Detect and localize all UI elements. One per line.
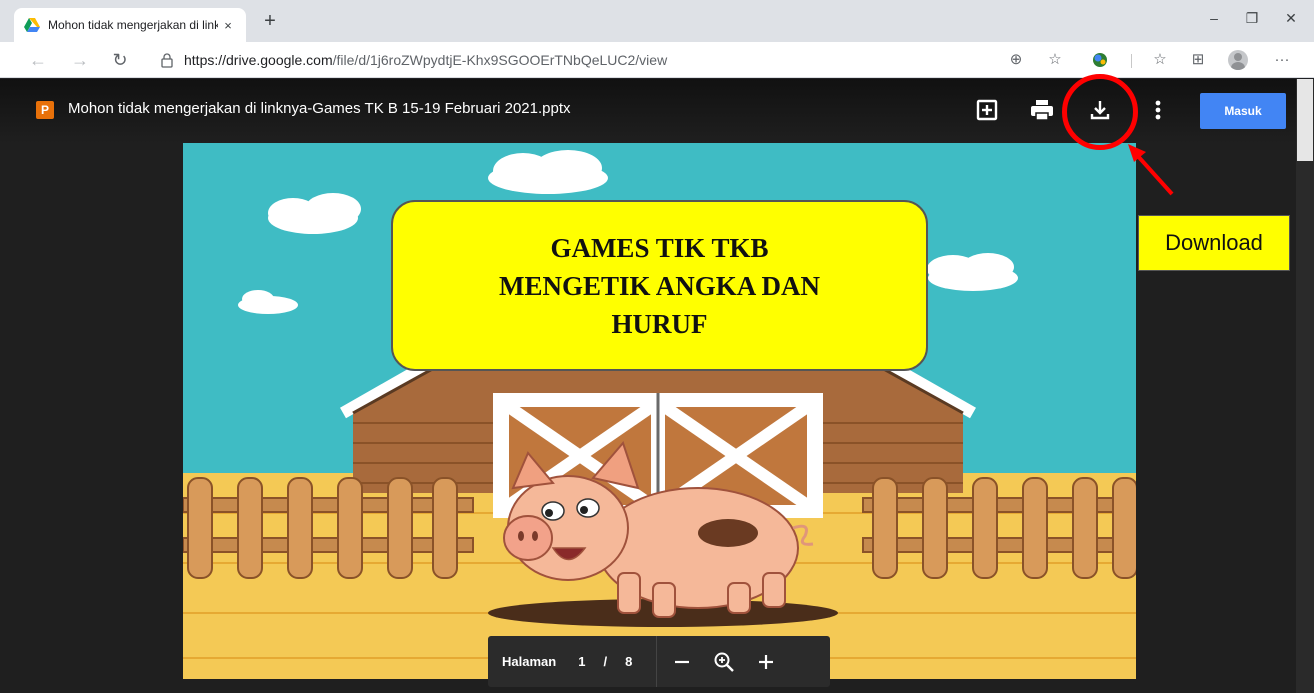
favorites-icon[interactable]: ☆ [1150, 50, 1170, 70]
zoom-icon[interactable]: ⊕ [1006, 50, 1026, 70]
lock-icon [161, 53, 173, 68]
zoom-out-icon[interactable] [665, 645, 699, 679]
current-page[interactable]: 1 [578, 654, 585, 669]
download-callout: Download [1138, 215, 1290, 271]
tab-title: Mohon tidak mengerjakan di linknya-Games… [48, 18, 218, 32]
page-label: Halaman [502, 654, 557, 669]
page-separator: / [603, 654, 608, 669]
reload-icon[interactable]: ↻ [108, 48, 132, 72]
profile-avatar[interactable] [1228, 50, 1248, 70]
more-menu-icon[interactable]: ··· [1272, 50, 1292, 70]
close-tab-icon[interactable]: × [220, 18, 236, 33]
zoom-in-icon[interactable] [749, 645, 783, 679]
google-drive-icon [24, 18, 40, 32]
page-controls-divider [656, 636, 658, 687]
page-controls: Halaman 1 / 8 [488, 636, 830, 687]
browser-tabstrip: Mohon tidak mengerjakan di linknya-Games… [0, 0, 1314, 42]
scrollbar-thumb[interactable] [1297, 79, 1313, 161]
close-window-button[interactable]: ✕ [1276, 10, 1306, 27]
url-domain: https://drive.google.com [184, 52, 333, 68]
print-icon[interactable] [1028, 96, 1056, 124]
collections-icon[interactable]: ⊞ [1188, 50, 1208, 70]
minimize-button[interactable]: – [1199, 10, 1229, 26]
scrollbar[interactable] [1296, 79, 1314, 693]
browser-toolbar: ← → ↻ https://drive.google.com/file/d/1j… [0, 42, 1314, 78]
slide-title-box: GAMES TIK TKB MENGETIK ANGKA DAN HURUF [391, 200, 928, 371]
toolbar-separator [1131, 54, 1132, 68]
extension-icon[interactable] [1090, 50, 1110, 70]
more-options-icon[interactable] [1144, 96, 1172, 124]
browser-tab[interactable]: Mohon tidak mengerjakan di linknya-Games… [14, 8, 246, 42]
cloud-top [488, 150, 608, 194]
back-icon[interactable]: ← [26, 48, 50, 72]
open-with-icon[interactable] [973, 96, 1001, 124]
forward-icon[interactable]: → [68, 48, 92, 72]
url-path: /file/d/1j6roZWpydtjE-Khx9SGOOErTNbQeLUC… [332, 52, 668, 68]
drive-viewer: P Mohon tidak mengerjakan di linknya-Gam… [0, 79, 1314, 693]
address-bar[interactable]: https://drive.google.com/file/d/1j6roZWp… [150, 47, 1070, 73]
new-tab-button[interactable]: + [258, 10, 282, 34]
screen: Mohon tidak mengerjakan di linknya-Games… [0, 0, 1314, 693]
slide-title-line-3: HURUF [611, 308, 708, 339]
sign-in-button[interactable]: Masuk [1200, 93, 1286, 129]
file-title: Mohon tidak mengerjakan di linknya-Games… [68, 100, 571, 117]
red-arrow-icon [1128, 144, 1174, 196]
slide-preview: GAMES TIK TKB MENGETIK ANGKA DAN HURUF [183, 143, 1136, 679]
total-pages: 8 [625, 654, 633, 669]
cloud-right [927, 253, 1018, 291]
powerpoint-file-icon: P [36, 101, 54, 119]
slide-title-line-1: GAMES TIK TKB [550, 232, 769, 263]
url-text: https://drive.google.com/file/d/1j6roZWp… [184, 52, 667, 68]
zoom-fit-icon[interactable] [707, 645, 741, 679]
add-favorite-icon[interactable]: ☆ [1045, 50, 1065, 70]
slide-title-line-2: MENGETIK ANGKA DAN [498, 270, 821, 301]
restore-button[interactable]: ❐ [1237, 10, 1267, 27]
